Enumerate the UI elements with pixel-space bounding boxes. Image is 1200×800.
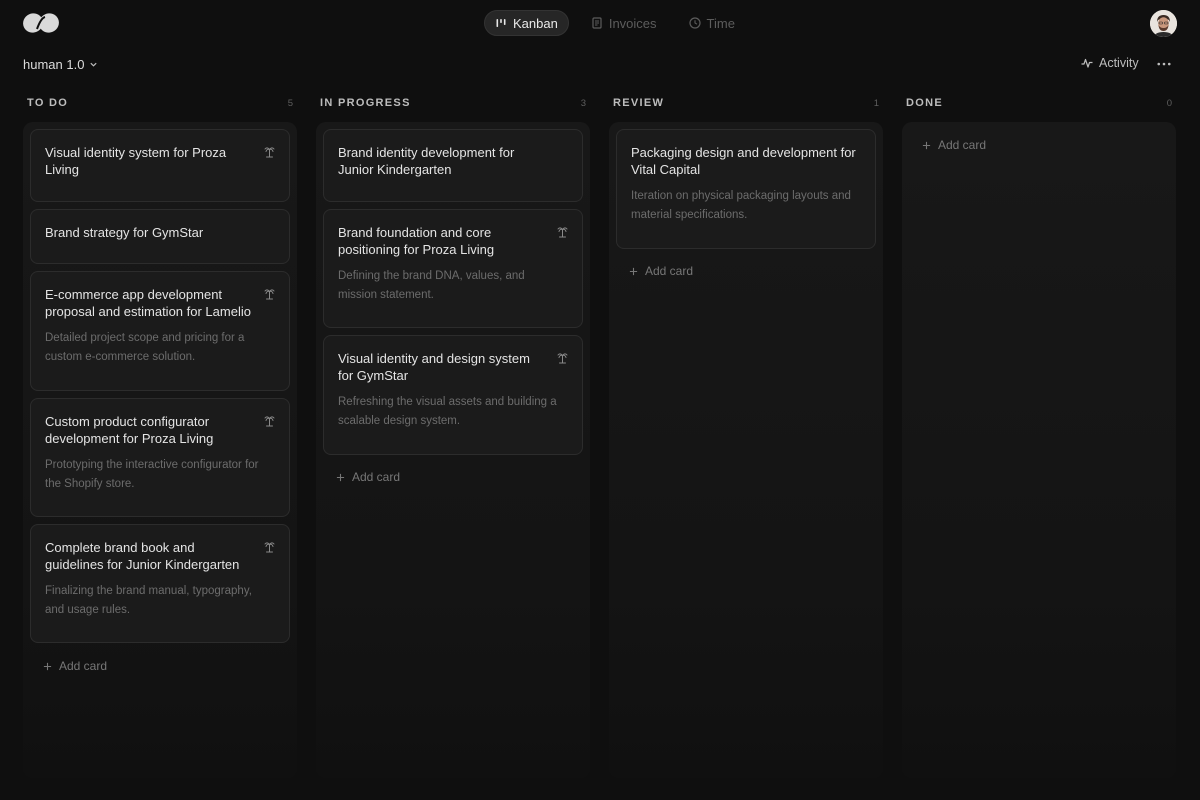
add-card-button[interactable]: Add card: [629, 264, 693, 278]
kanban-card[interactable]: E-commerce app development proposal and …: [30, 271, 290, 391]
card-description: Iteration on physical packaging layouts …: [631, 190, 851, 221]
column-count: 1: [873, 97, 879, 109]
add-card-label: Add card: [645, 264, 694, 278]
logo-icon[interactable]: [22, 12, 60, 34]
card-title: Packaging design and development for Vit…: [631, 145, 856, 177]
card-title: Complete brand book and guidelines for J…: [45, 540, 240, 572]
column-done: Add card: [902, 122, 1176, 778]
palm-tree-icon: [557, 353, 568, 364]
column-title: TO DO: [27, 97, 69, 109]
sub-bar: human 1.0 Activity: [0, 50, 1200, 80]
invoice-icon: [592, 17, 602, 29]
nav-tab-invoices[interactable]: Invoices: [581, 10, 667, 36]
palm-tree-icon: [264, 542, 275, 553]
chevron-down-icon: [90, 62, 98, 67]
nav-tab-invoices-label: Invoices: [608, 15, 657, 31]
add-card-label: Add card: [938, 138, 987, 152]
column-title: IN PROGRESS: [320, 97, 411, 109]
column-title: REVIEW: [613, 97, 665, 109]
kanban-card[interactable]: Brand strategy for GymStar: [30, 209, 290, 264]
kanban-card[interactable]: Visual identity and design system for Gy…: [323, 335, 583, 455]
column-in-progress: Brand identity development for Junior Ki…: [316, 122, 590, 778]
user-avatar[interactable]: [1150, 10, 1177, 37]
top-bar: Kanban Invoices Time: [0, 0, 1200, 46]
card-title: Brand identity development for Junior Ki…: [338, 145, 515, 177]
workspace-selector[interactable]: human 1.0: [23, 57, 98, 72]
column-header-in-progress: IN PROGRESS 3: [320, 96, 586, 110]
more-icon: [1157, 62, 1171, 66]
card-description: Refreshing the visual assets and buildin…: [338, 396, 557, 427]
card-description: Defining the brand DNA, values, and miss…: [338, 270, 525, 301]
activity-label: Activity: [1099, 56, 1139, 70]
column-header-done: DONE 0: [906, 96, 1172, 110]
card-description: Prototyping the interactive configurator…: [45, 459, 259, 490]
kanban-icon: [496, 19, 506, 27]
card-description: Detailed project scope and pricing for a…: [45, 332, 245, 363]
plus-icon: [629, 267, 638, 275]
clock-icon: [688, 17, 701, 29]
card-title: Visual identity system for Proza Living: [45, 145, 227, 177]
user-photo-icon: [1150, 10, 1177, 37]
palm-tree-icon: [557, 227, 568, 238]
add-card-button[interactable]: Add card: [43, 659, 107, 673]
column-count: 5: [287, 97, 293, 109]
nav-tab-time[interactable]: Time: [679, 10, 745, 36]
nav-tab-kanban-label: Kanban: [513, 15, 558, 31]
kanban-card[interactable]: Brand identity development for Junior Ki…: [323, 129, 583, 202]
card-description: Finalizing the brand manual, typography,…: [45, 585, 252, 616]
column-header-review: REVIEW 1: [613, 96, 879, 110]
nav-tab-kanban[interactable]: Kanban: [484, 10, 569, 36]
card-title: E-commerce app development proposal and …: [45, 287, 251, 319]
add-card-label: Add card: [59, 659, 108, 673]
column-review: Packaging design and development for Vit…: [609, 122, 883, 778]
add-card-button[interactable]: Add card: [922, 138, 986, 152]
activity-icon: [1081, 58, 1093, 68]
card-title: Brand foundation and core positioning fo…: [338, 225, 495, 257]
card-title: Custom product configurator development …: [45, 414, 214, 446]
column-count: 0: [1166, 97, 1172, 109]
nav-tab-time-label: Time: [706, 15, 735, 31]
palm-tree-icon: [264, 289, 275, 300]
kanban-card[interactable]: Visual identity system for Proza Living: [30, 129, 290, 202]
plus-icon: [336, 473, 345, 481]
kanban-card[interactable]: Brand foundation and core positioning fo…: [323, 209, 583, 328]
more-options-button[interactable]: [1155, 56, 1173, 72]
palm-tree-icon: [264, 416, 275, 427]
card-title: Visual identity and design system for Gy…: [338, 351, 530, 383]
kanban-card[interactable]: Custom product configurator development …: [30, 398, 290, 517]
column-todo: Visual identity system for Proza Living …: [23, 122, 297, 778]
workspace-name: human 1.0: [23, 57, 85, 72]
activity-button[interactable]: Activity: [1081, 56, 1139, 70]
column-title: DONE: [906, 97, 943, 109]
add-card-label: Add card: [352, 470, 401, 484]
column-header-todo: TO DO 5: [27, 96, 293, 110]
kanban-card[interactable]: Packaging design and development for Vit…: [616, 129, 876, 249]
main-nav: Kanban Invoices Time: [484, 10, 745, 36]
card-title: Brand strategy for GymStar: [45, 225, 204, 240]
kanban-card[interactable]: Complete brand book and guidelines for J…: [30, 524, 290, 643]
palm-tree-icon: [264, 147, 275, 158]
add-card-button[interactable]: Add card: [336, 470, 400, 484]
column-count: 3: [580, 97, 586, 109]
plus-icon: [922, 141, 931, 149]
plus-icon: [43, 662, 52, 670]
